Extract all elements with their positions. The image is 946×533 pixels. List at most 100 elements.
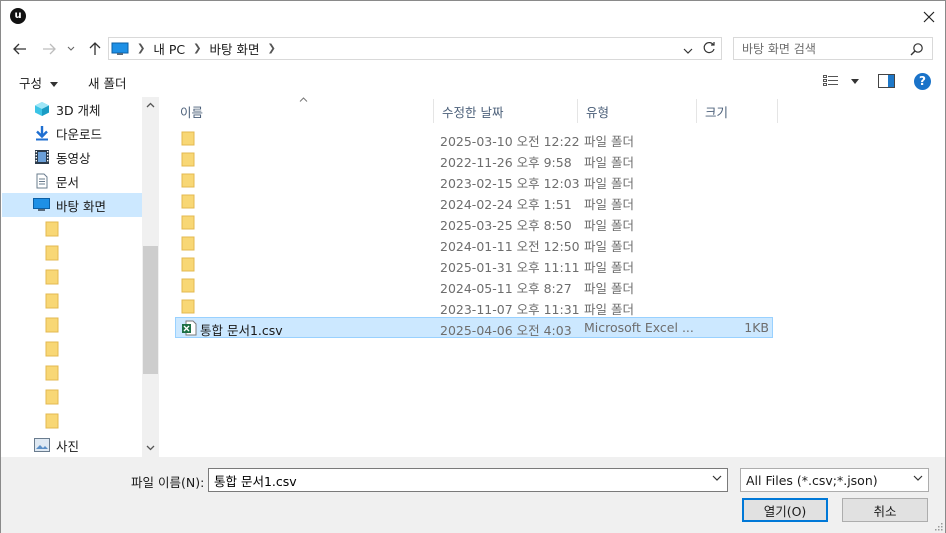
- list-item-selected[interactable]: 통합 문서1.csv 2025-04-06 오전 4:03 Microsoft …: [175, 317, 773, 338]
- download-icon: [33, 125, 50, 142]
- back-button[interactable]: [10, 39, 30, 59]
- sidebar-item-folder[interactable]: [2, 337, 142, 361]
- file-name: 통합 문서1.csv: [200, 323, 283, 338]
- sidebar-item-videos[interactable]: 동영상: [2, 145, 142, 169]
- file-type: 파일 폴더: [584, 281, 634, 296]
- sidebar-item-pictures[interactable]: 사진: [2, 433, 142, 457]
- folder-icon: [43, 365, 60, 382]
- sidebar-item-documents[interactable]: 문서: [2, 169, 142, 193]
- forward-button[interactable]: [39, 39, 59, 59]
- sidebar-item-folder[interactable]: [2, 289, 142, 313]
- recent-locations-button[interactable]: [64, 39, 78, 59]
- file-list: 이름 수정한 날짜 유형 크기 2025-03-10 오전 12:22 파일 폴…: [159, 97, 945, 457]
- navigation-pane: 3D 개체 다운로드 동영상 문서 바탕 화면 사진: [2, 97, 142, 457]
- chevron-down-icon: [50, 82, 58, 87]
- resize-grip-icon[interactable]: [933, 521, 943, 531]
- list-item[interactable]: 2024-01-11 오전 12:50 파일 폴더: [175, 233, 773, 254]
- file-type: 파일 폴더: [584, 302, 634, 317]
- close-icon: [923, 11, 935, 23]
- column-header-date-modified[interactable]: 수정한 날짜: [434, 99, 578, 123]
- excel-csv-icon: [182, 320, 197, 336]
- view-options-button[interactable]: [823, 74, 859, 91]
- file-type: 파일 폴더: [584, 176, 634, 191]
- address-bar[interactable]: ❯ 내 PC ❯ 바탕 화면 ❯: [108, 37, 722, 60]
- address-history-dropdown[interactable]: [683, 43, 693, 58]
- navigation-scrollbar[interactable]: [142, 97, 159, 457]
- chevron-down-icon: [850, 79, 859, 84]
- folder-icon: [43, 245, 60, 262]
- file-type: 파일 폴더: [584, 260, 634, 275]
- column-header-size[interactable]: 크기: [697, 99, 778, 123]
- file-type: 파일 폴더: [584, 239, 634, 254]
- sidebar-item-label: 바탕 화면: [56, 198, 106, 214]
- breadcrumb-this-pc[interactable]: 내 PC: [153, 39, 185, 58]
- scrollbar-thumb[interactable]: [143, 246, 158, 374]
- breadcrumb-desktop[interactable]: 바탕 화면: [210, 39, 260, 58]
- file-open-dialog: u ❯ 내 PC ❯ 바탕 화면 ❯ 구성: [0, 0, 946, 533]
- list-item[interactable]: 2025-01-31 오후 11:11 파일 폴더: [175, 254, 773, 275]
- sidebar-item-label: 3D 개체: [56, 102, 101, 118]
- sidebar-item-folder[interactable]: [2, 409, 142, 433]
- app-logo-icon: u: [10, 8, 26, 24]
- search-input[interactable]: [734, 41, 904, 56]
- column-header-type[interactable]: 유형: [578, 99, 697, 123]
- folder-icon: [181, 194, 195, 209]
- sidebar-item-desktop[interactable]: 바탕 화면: [2, 193, 142, 217]
- up-button[interactable]: [85, 39, 105, 59]
- sidebar-item-folder[interactable]: [2, 313, 142, 337]
- file-type: Microsoft Excel ...: [584, 320, 694, 335]
- filename-label: 파일 이름(N):: [131, 475, 205, 490]
- file-date: 2025-03-10 오전 12:22: [440, 134, 580, 149]
- folder-icon: [43, 413, 60, 430]
- help-button[interactable]: ?: [914, 73, 931, 90]
- new-folder-button[interactable]: 새 폴더: [88, 73, 126, 92]
- column-header-label: 크기: [705, 104, 729, 120]
- close-button[interactable]: [913, 1, 945, 33]
- file-date: 2023-02-15 오후 12:03: [440, 176, 580, 191]
- file-type: 파일 폴더: [584, 155, 634, 170]
- dialog-footer: 파일 이름(N): All Files (*.csv;*.json) 열기(O)…: [1, 457, 945, 533]
- sidebar-item-label: 사진: [56, 438, 80, 454]
- chevron-up-icon: [146, 102, 155, 108]
- sidebar-item-folder[interactable]: [2, 385, 142, 409]
- list-item[interactable]: 2023-02-15 오후 12:03 파일 폴더: [175, 170, 773, 191]
- organize-button[interactable]: 구성: [19, 73, 58, 92]
- desktop-icon: [33, 197, 50, 214]
- sidebar-item-3d-objects[interactable]: 3D 개체: [2, 97, 142, 121]
- list-item[interactable]: 2024-05-11 오후 8:27 파일 폴더: [175, 275, 773, 296]
- refresh-icon: [703, 41, 715, 54]
- folder-icon: [181, 299, 195, 314]
- file-type: 파일 폴더: [584, 197, 634, 212]
- file-date: 2024-05-11 오후 8:27: [440, 281, 572, 296]
- filename-combobox[interactable]: [208, 468, 728, 492]
- file-date: 2025-01-31 오후 11:11: [440, 260, 580, 275]
- refresh-button[interactable]: [701, 40, 717, 59]
- list-item[interactable]: 2025-03-10 오전 12:22 파일 폴더: [175, 128, 773, 149]
- sidebar-item-downloads[interactable]: 다운로드: [2, 121, 142, 145]
- list-item[interactable]: 2023-11-07 오후 11:31 파일 폴더: [175, 296, 773, 317]
- 3d-objects-icon: [33, 101, 50, 118]
- filename-input[interactable]: [209, 469, 699, 491]
- list-item[interactable]: 2025-03-25 오후 8:50 파일 폴더: [175, 212, 773, 233]
- sidebar-item-folder[interactable]: [2, 241, 142, 265]
- organize-label: 구성: [19, 76, 43, 91]
- search-box[interactable]: [733, 37, 933, 60]
- sidebar-item-folder[interactable]: [2, 217, 142, 241]
- list-item[interactable]: 2024-02-24 오후 1:51 파일 폴더: [175, 191, 773, 212]
- file-date: 2022-11-26 오후 9:58: [440, 155, 572, 170]
- file-type-filter[interactable]: All Files (*.csv;*.json): [740, 468, 929, 492]
- folder-icon: [181, 152, 195, 167]
- cancel-button[interactable]: 취소: [842, 498, 928, 522]
- list-item[interactable]: 2022-11-26 오후 9:58 파일 폴더: [175, 149, 773, 170]
- folder-icon: [181, 173, 195, 188]
- column-header-name[interactable]: 이름: [172, 99, 434, 123]
- preview-pane-button[interactable]: [878, 74, 895, 91]
- chevron-down-icon: [67, 46, 75, 51]
- open-button-label: 열기(O): [763, 503, 807, 519]
- folder-icon: [43, 341, 60, 358]
- open-button[interactable]: 열기(O): [742, 498, 828, 522]
- sidebar-item-folder[interactable]: [2, 265, 142, 289]
- chevron-down-icon[interactable]: [712, 475, 722, 482]
- preview-pane-icon: [878, 74, 895, 88]
- sidebar-item-folder[interactable]: [2, 361, 142, 385]
